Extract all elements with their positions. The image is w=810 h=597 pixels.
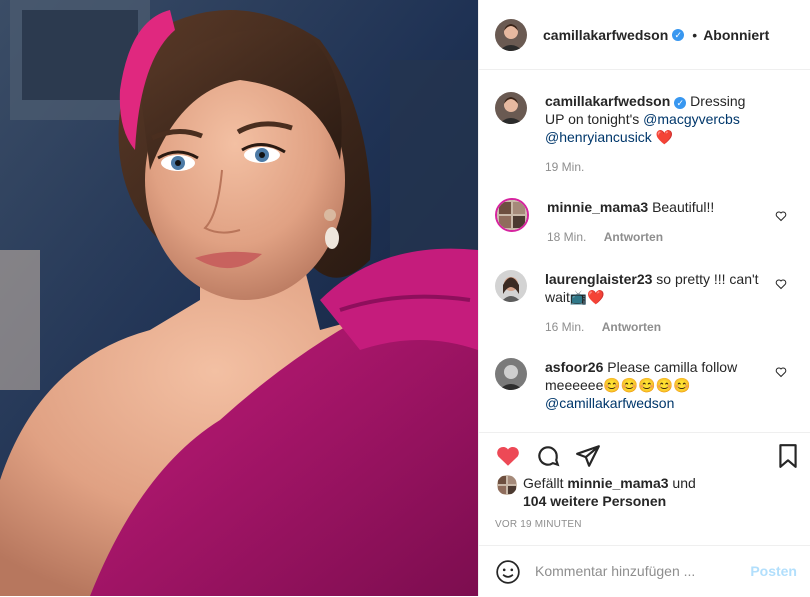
post-side-panel: camillakarfwedson ✓ • Abonniert camillak…	[478, 0, 810, 596]
heart-filled-icon[interactable]	[495, 443, 521, 469]
action-bar	[479, 432, 810, 479]
caption-time[interactable]: 19 Min.	[545, 160, 584, 174]
author-username[interactable]: camillakarfwedson	[543, 27, 668, 43]
comment-username[interactable]: laurenglaister23	[545, 271, 652, 287]
separator-dot: •	[692, 26, 698, 43]
comments-list[interactable]: camillakarfwedson ✓ Dressing UP on tonigh…	[479, 70, 810, 432]
mention-link[interactable]: @camillakarfwedson	[545, 395, 674, 411]
instagram-post-view: camillakarfwedson ✓ • Abonniert camillak…	[0, 0, 810, 596]
reply-button[interactable]: Antworten	[604, 230, 663, 244]
comment-row: asfoor26 Please camilla follow meeeeee😊😊…	[495, 358, 795, 412]
heart-outline-icon[interactable]	[775, 210, 787, 222]
caption-row: camillakarfwedson ✓ Dressing UP on tonigh…	[495, 92, 795, 176]
caption-meta: 19 Min.	[545, 158, 765, 176]
caption-author-avatar[interactable]	[495, 92, 527, 124]
comment-body: Beautiful!!	[652, 199, 715, 215]
comment-time[interactable]: 18 Min.	[547, 230, 586, 244]
comment-meta: 18 Min. Antworten	[547, 228, 767, 246]
bookmark-icon[interactable]	[775, 443, 801, 469]
heart-outline-icon[interactable]	[775, 366, 787, 378]
reply-button[interactable]: Antworten	[602, 320, 661, 334]
comment-text: laurenglaister23 so pretty !!! can't wai…	[545, 270, 765, 336]
comment-time[interactable]: 16 Min.	[545, 320, 584, 334]
likes-summary: Gefällt minnie_mama3 und 104 weitere Per…	[497, 474, 797, 510]
mention-link[interactable]: @macgyvercbs	[643, 111, 740, 127]
post-header: camillakarfwedson ✓ • Abonniert	[479, 0, 810, 70]
following-status-button[interactable]: Abonniert	[703, 27, 769, 43]
heart-outline-icon[interactable]	[775, 278, 787, 290]
likes-others-link[interactable]: 104 weitere Personen	[523, 493, 666, 509]
comment-username[interactable]: minnie_mama3	[547, 199, 648, 215]
comment-username[interactable]: asfoor26	[545, 359, 603, 375]
comment-input[interactable]: Kommentar hinzufügen ...	[535, 563, 695, 579]
post-photo[interactable]	[0, 0, 478, 596]
add-comment-bar: Kommentar hinzufügen ... Posten	[479, 545, 810, 597]
caption-username[interactable]: camillakarfwedson	[545, 93, 670, 109]
share-icon[interactable]	[575, 443, 601, 469]
liker-avatar[interactable]	[497, 475, 517, 495]
emoji-icon[interactable]	[495, 559, 521, 585]
likes-and: und	[672, 475, 696, 491]
heart-emoji: ❤️	[655, 129, 674, 145]
comment-icon[interactable]	[535, 443, 561, 469]
liker-username[interactable]: minnie_mama3	[567, 475, 668, 491]
selfie-image	[0, 0, 478, 596]
verified-icon: ✓	[674, 97, 687, 109]
commenter-avatar[interactable]	[495, 270, 527, 302]
comment-text: minnie_mama3 Beautiful!! 18 Min. Antwort…	[547, 198, 767, 246]
commenter-avatar[interactable]	[495, 198, 529, 232]
mention-link[interactable]: @henryiancusick	[545, 129, 652, 145]
comment-text: asfoor26 Please camilla follow meeeeee😊😊…	[545, 358, 765, 412]
likes-text: Gefällt minnie_mama3 und 104 weitere Per…	[523, 474, 696, 510]
post-comment-button[interactable]: Posten	[750, 563, 797, 579]
verified-icon: ✓	[672, 28, 685, 41]
comment-row: minnie_mama3 Beautiful!! 18 Min. Antwort…	[495, 198, 795, 246]
author-avatar[interactable]	[495, 18, 527, 51]
likes-prefix: Gefällt	[523, 475, 564, 491]
commenter-avatar[interactable]	[495, 358, 527, 390]
comment-meta: 16 Min. Antworten	[545, 318, 765, 336]
post-timestamp[interactable]: VOR 19 MINUTEN	[495, 519, 582, 530]
caption-text: camillakarfwedson ✓ Dressing UP on tonigh…	[545, 92, 765, 176]
comment-row: laurenglaister23 so pretty !!! can't wai…	[495, 270, 795, 336]
